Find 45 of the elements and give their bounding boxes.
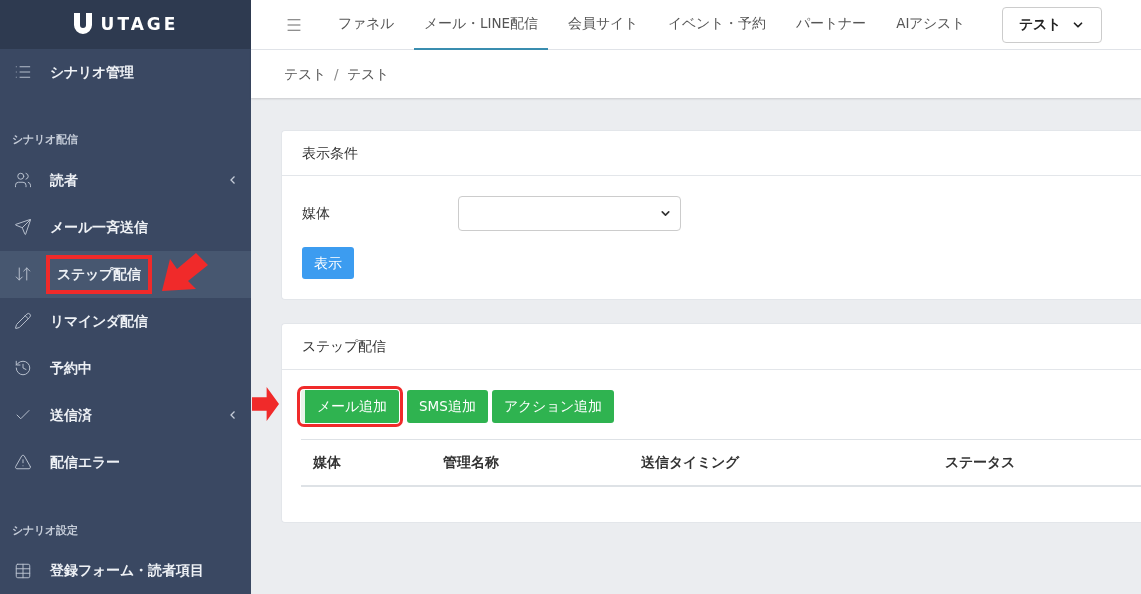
sidebar-item[interactable]: シナリオ管理 — [0, 48, 251, 96]
column-header: 媒体 — [312, 453, 342, 473]
sidebar-item[interactable]: 予約中 — [0, 345, 251, 392]
sidebar-item[interactable]: メール一斉送信 — [0, 204, 251, 251]
sidebar-item[interactable]: 登録フォーム・読者項目 — [0, 547, 251, 594]
field-label: 媒体 — [302, 204, 331, 224]
warning-icon — [14, 453, 32, 472]
send-icon — [14, 218, 32, 237]
sidebar-item[interactable]: 読者 — [0, 157, 251, 204]
breadcrumb-link[interactable]: テスト — [284, 63, 326, 85]
sidebar-label: 送信済 — [50, 406, 92, 425]
card-title: 表示条件 — [302, 143, 358, 163]
column-header: ステータス — [944, 453, 1016, 473]
sidebar-label: 読者 — [50, 171, 78, 190]
section-label: シナリオ配信 — [12, 132, 78, 149]
sidebar-label: 登録フォーム・読者項目 — [50, 561, 204, 580]
sidebar-label: 予約中 — [50, 359, 92, 378]
sidebar-item[interactable]: リマインダ配信 — [0, 298, 251, 345]
column-header: 送信タイミング — [640, 453, 741, 473]
pencil-icon — [14, 312, 32, 331]
pointer-arrow — [252, 387, 279, 421]
breadcrumb-link[interactable]: テスト — [346, 63, 389, 85]
history-icon — [14, 359, 32, 378]
sidebar-item[interactable]: 配信エラー — [0, 439, 251, 486]
account-select[interactable]: テスト — [1002, 6, 1103, 43]
section-label: シナリオ設定 — [12, 522, 78, 539]
sort-icon — [14, 265, 32, 284]
nav-tab[interactable]: パートナー — [786, 0, 877, 50]
nav-tab[interactable]: イベント・予約 — [658, 0, 777, 50]
sidebar-item[interactable]: ステップ配信 — [0, 251, 251, 298]
nav-tab[interactable]: AIアシスト — [886, 0, 976, 50]
sidebar-label: 配信エラー — [50, 453, 120, 472]
nav-tab[interactable]: ファネル — [328, 0, 404, 50]
breadcrumb-separator: / — [334, 64, 339, 84]
users-icon — [14, 171, 32, 190]
sidebar-label: メール一斉送信 — [50, 218, 148, 237]
sidebar-label: リマインダ配信 — [50, 312, 148, 331]
table-icon — [14, 561, 32, 580]
sidebar-item[interactable]: 送信済 — [0, 392, 251, 439]
card-title: ステップ配信 — [302, 337, 386, 357]
logo-text: UTAGE — [100, 12, 179, 36]
logo-icon — [72, 13, 93, 36]
sidebar-label: シナリオ管理 — [50, 62, 134, 82]
nav-tab[interactable]: 会員サイト — [558, 0, 649, 50]
column-header: 管理名称 — [442, 453, 500, 473]
